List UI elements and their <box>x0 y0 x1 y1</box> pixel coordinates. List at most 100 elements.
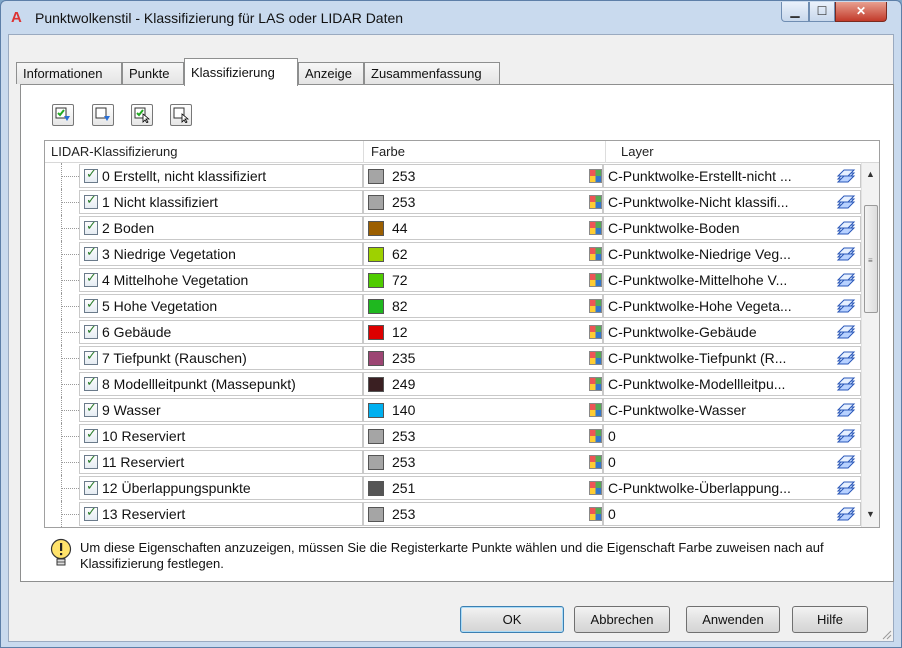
class-checkbox[interactable] <box>84 453 98 469</box>
layer-picker-icon[interactable] <box>836 505 856 523</box>
table-row[interactable]: 6 Gebäude 12 C-Punktwolke-Gebäude <box>45 319 861 345</box>
table-row[interactable]: 5 Hohe Vegetation 82 C-Punktwolke-Hohe Veg… <box>45 293 861 319</box>
color-cell[interactable]: 140 <box>363 398 603 422</box>
color-picker-icon[interactable] <box>589 377 602 391</box>
resize-grip-icon[interactable] <box>880 628 892 640</box>
layer-cell[interactable]: C-Punktwolke-Mittelhohe V... <box>603 268 861 292</box>
color-picker-icon[interactable] <box>589 247 602 261</box>
color-picker-icon[interactable] <box>589 481 602 495</box>
layer-cell[interactable]: C-Punktwolke-Nicht klassifi... <box>603 190 861 214</box>
color-cell[interactable]: 12 <box>363 320 603 344</box>
classification-cell[interactable]: 6 Gebäude <box>79 320 363 344</box>
classification-cell[interactable]: 2 Boden <box>79 216 363 240</box>
color-picker-icon[interactable] <box>589 429 602 443</box>
scroll-thumb[interactable]: ≡ <box>864 205 878 313</box>
layer-cell[interactable]: C-Punktwolke-Modellleitpu... <box>603 372 861 396</box>
layer-picker-icon[interactable] <box>836 375 856 393</box>
title-bar[interactable]: A Punktwolkenstil - Klassifizierung für … <box>1 1 901 35</box>
layer-cell[interactable]: C-Punktwolke-Gebäude <box>603 320 861 344</box>
color-cell[interactable]: 251 <box>363 476 603 500</box>
help-button[interactable]: Hilfe <box>792 606 868 633</box>
classification-cell[interactable]: 0 Erstellt, nicht klassifiziert <box>79 164 363 188</box>
layer-cell[interactable]: C-Punktwolke-Überlappung... <box>603 476 861 500</box>
layer-picker-icon[interactable] <box>836 271 856 289</box>
color-cell[interactable]: 235 <box>363 346 603 370</box>
color-cell[interactable]: 82 <box>363 294 603 318</box>
class-checkbox[interactable] <box>84 167 98 183</box>
table-row[interactable]: 10 Reserviert 253 0 <box>45 423 861 449</box>
layer-cell[interactable]: C-Punktwolke-Boden <box>603 216 861 240</box>
class-checkbox[interactable] <box>84 505 98 521</box>
tab-anzeige[interactable]: Anzeige <box>298 62 364 84</box>
layer-picker-icon[interactable] <box>836 349 856 367</box>
layer-picker-icon[interactable] <box>836 193 856 211</box>
layer-picker-icon[interactable] <box>836 401 856 419</box>
layer-picker-icon[interactable] <box>836 219 856 237</box>
color-cell[interactable]: 253 <box>363 502 603 526</box>
color-cell[interactable]: 249 <box>363 372 603 396</box>
color-picker-icon[interactable] <box>589 325 602 339</box>
color-cell[interactable]: 44 <box>363 216 603 240</box>
apply-button[interactable]: Anwenden <box>686 606 780 633</box>
layer-cell[interactable]: 0 <box>603 502 861 526</box>
vertical-scrollbar[interactable]: ▲ ≡ ▼ <box>861 163 879 527</box>
scroll-up-arrow[interactable]: ▲ <box>866 169 875 179</box>
tab-informationen[interactable]: Informationen <box>16 62 122 84</box>
color-cell[interactable]: 253 <box>363 164 603 188</box>
color-picker-icon[interactable] <box>589 403 602 417</box>
classification-cell[interactable]: 3 Niedrige Vegetation <box>79 242 363 266</box>
class-checkbox[interactable] <box>84 323 98 339</box>
layer-cell[interactable]: C-Punktwolke-Hohe Vegeta... <box>603 294 861 318</box>
class-checkbox[interactable] <box>84 375 98 391</box>
class-checkbox[interactable] <box>84 479 98 495</box>
check-selected-button[interactable] <box>131 104 153 126</box>
table-row[interactable]: 3 Niedrige Vegetation 62 C-Punktwolke-Nied… <box>45 241 861 267</box>
table-row[interactable]: 4 Mittelhohe Vegetation 72 C-Punktwolke-Mi… <box>45 267 861 293</box>
table-row[interactable]: 11 Reserviert 253 0 <box>45 449 861 475</box>
classification-cell[interactable]: 10 Reserviert <box>79 424 363 448</box>
layer-cell[interactable]: C-Punktwolke-Erstellt-nicht ... <box>603 164 861 188</box>
color-picker-icon[interactable] <box>589 351 602 365</box>
layer-cell[interactable]: C-Punktwolke-Wasser <box>603 398 861 422</box>
close-button[interactable]: ✕ <box>835 2 887 22</box>
table-row[interactable]: 7 Tiefpunkt (Rauschen) 235 C-Punktwolke-Ti… <box>45 345 861 371</box>
classification-cell[interactable]: 4 Mittelhohe Vegetation <box>79 268 363 292</box>
class-checkbox[interactable] <box>84 401 98 417</box>
uncheck-all-button[interactable] <box>92 104 114 126</box>
class-checkbox[interactable] <box>84 297 98 313</box>
class-checkbox[interactable] <box>84 219 98 235</box>
color-picker-icon[interactable] <box>589 507 602 521</box>
table-row[interactable]: 0 Erstellt, nicht klassifiziert 253 C-Punk… <box>45 163 861 189</box>
class-checkbox[interactable] <box>84 271 98 287</box>
color-picker-icon[interactable] <box>589 299 602 313</box>
scroll-down-arrow[interactable]: ▼ <box>866 509 875 519</box>
table-row[interactable]: 8 Modellleitpunkt (Massepunkt) 249 C-Punkt… <box>45 371 861 397</box>
table-row[interactable]: 2 Boden 44 C-Punktwolke-Boden <box>45 215 861 241</box>
classification-cell[interactable]: 5 Hohe Vegetation <box>79 294 363 318</box>
header-divider[interactable] <box>363 141 364 163</box>
class-checkbox[interactable] <box>84 349 98 365</box>
classification-cell[interactable]: 7 Tiefpunkt (Rauschen) <box>79 346 363 370</box>
classification-cell[interactable]: 12 Überlappungspunkte <box>79 476 363 500</box>
classification-cell[interactable]: 13 Reserviert <box>79 502 363 526</box>
layer-cell[interactable]: 0 <box>603 450 861 474</box>
color-picker-icon[interactable] <box>589 221 602 235</box>
classification-cell[interactable]: 11 Reserviert <box>79 450 363 474</box>
maximize-button[interactable]: ☐ <box>809 2 835 22</box>
color-cell[interactable]: 253 <box>363 450 603 474</box>
header-color[interactable]: Farbe <box>371 144 405 159</box>
color-cell[interactable]: 72 <box>363 268 603 292</box>
color-cell[interactable]: 253 <box>363 190 603 214</box>
color-picker-icon[interactable] <box>589 169 602 183</box>
class-checkbox[interactable] <box>84 245 98 261</box>
layer-picker-icon[interactable] <box>836 479 856 497</box>
table-row[interactable]: 12 Überlappungspunkte 251 C-Punktwolke-Übe… <box>45 475 861 501</box>
layer-cell[interactable]: C-Punktwolke-Tiefpunkt (R... <box>603 346 861 370</box>
color-picker-icon[interactable] <box>589 195 602 209</box>
check-all-button[interactable] <box>52 104 74 126</box>
header-layer[interactable]: Layer <box>621 144 654 159</box>
ok-button[interactable]: OK <box>460 606 564 633</box>
classification-cell[interactable]: 1 Nicht klassifiziert <box>79 190 363 214</box>
class-checkbox[interactable] <box>84 427 98 443</box>
table-row[interactable]: 9 Wasser 140 C-Punktwolke-Wasser <box>45 397 861 423</box>
